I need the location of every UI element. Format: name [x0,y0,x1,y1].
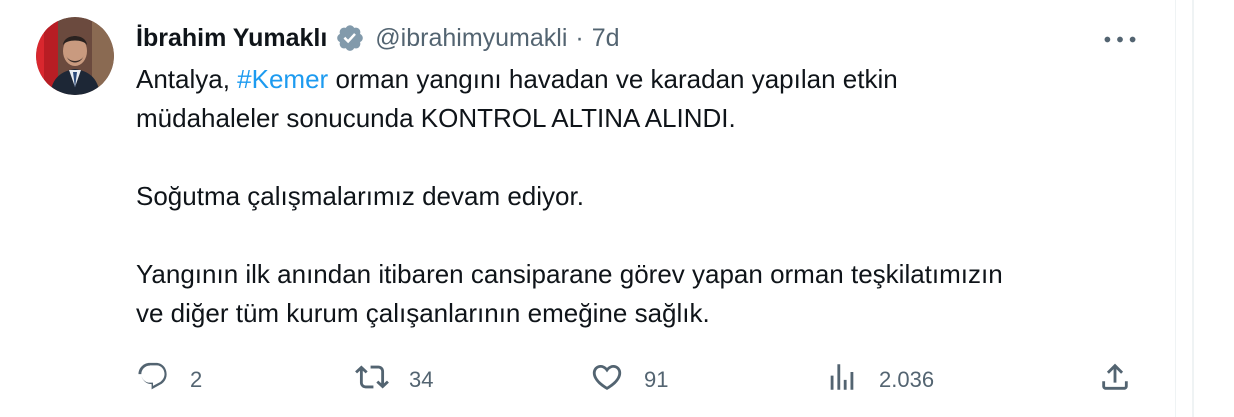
page-gutter-divider [1192,0,1194,417]
hashtag-link[interactable]: #Kemer [237,64,328,94]
tweet-paragraph-2: Soğutma çalışmalarımız devam ediyor. [136,181,584,211]
views-button[interactable]: 2.036 [825,355,934,405]
reply-count: 2 [190,367,203,392]
verified-badge-icon[interactable] [335,23,365,53]
text-segment: orman yangını havadan ve karadan yapılan… [328,64,898,94]
heart-icon [590,360,624,400]
tweet-actions: 2 34 91 2.036 [0,355,1175,405]
reply-button[interactable]: 2 [136,355,202,405]
share-button[interactable] [1098,355,1132,405]
tweet-paragraph-1-line-2: müdahaleler sonucunda KONTROL ALTINA ALI… [136,103,736,133]
tweet-paragraph-1-line-1: Antalya, #Kemer orman yangını havadan ve… [136,60,1146,99]
retweet-button[interactable]: 34 [355,355,433,405]
more-options-icon[interactable] [1100,24,1140,54]
views-count: 2.036 [879,367,935,392]
avatar[interactable] [36,17,114,95]
tweet-text: Antalya, #Kemer orman yangını havadan ve… [136,60,1146,333]
author-handle[interactable]: @ibrahimyumakli [375,24,567,53]
author-name[interactable]: İbrahim Yumaklı [136,24,327,53]
tweet-timestamp[interactable]: 7d [592,24,620,53]
reply-icon [136,360,170,400]
views-chart-icon [825,360,859,400]
tweet-header: İbrahim Yumaklı @ibrahimyumakli · 7d [136,20,620,56]
tweet-paragraph-3-line-2: ve diğer tüm kurum çalışanlarının emeğin… [136,298,710,328]
separator-dot: · [575,23,584,52]
text-segment: Antalya, [136,64,238,94]
retweet-count: 34 [409,367,434,392]
retweet-icon [355,360,389,400]
like-count: 91 [644,367,669,392]
like-button[interactable]: 91 [590,355,668,405]
avatar-image [36,17,114,95]
tweet-paragraph-3-line-1: Yangının ilk anından itibaren cansiparan… [136,259,1003,289]
tweet-card[interactable]: İbrahim Yumaklı @ibrahimyumakli · 7d Ant… [0,0,1176,417]
share-icon [1098,360,1132,400]
